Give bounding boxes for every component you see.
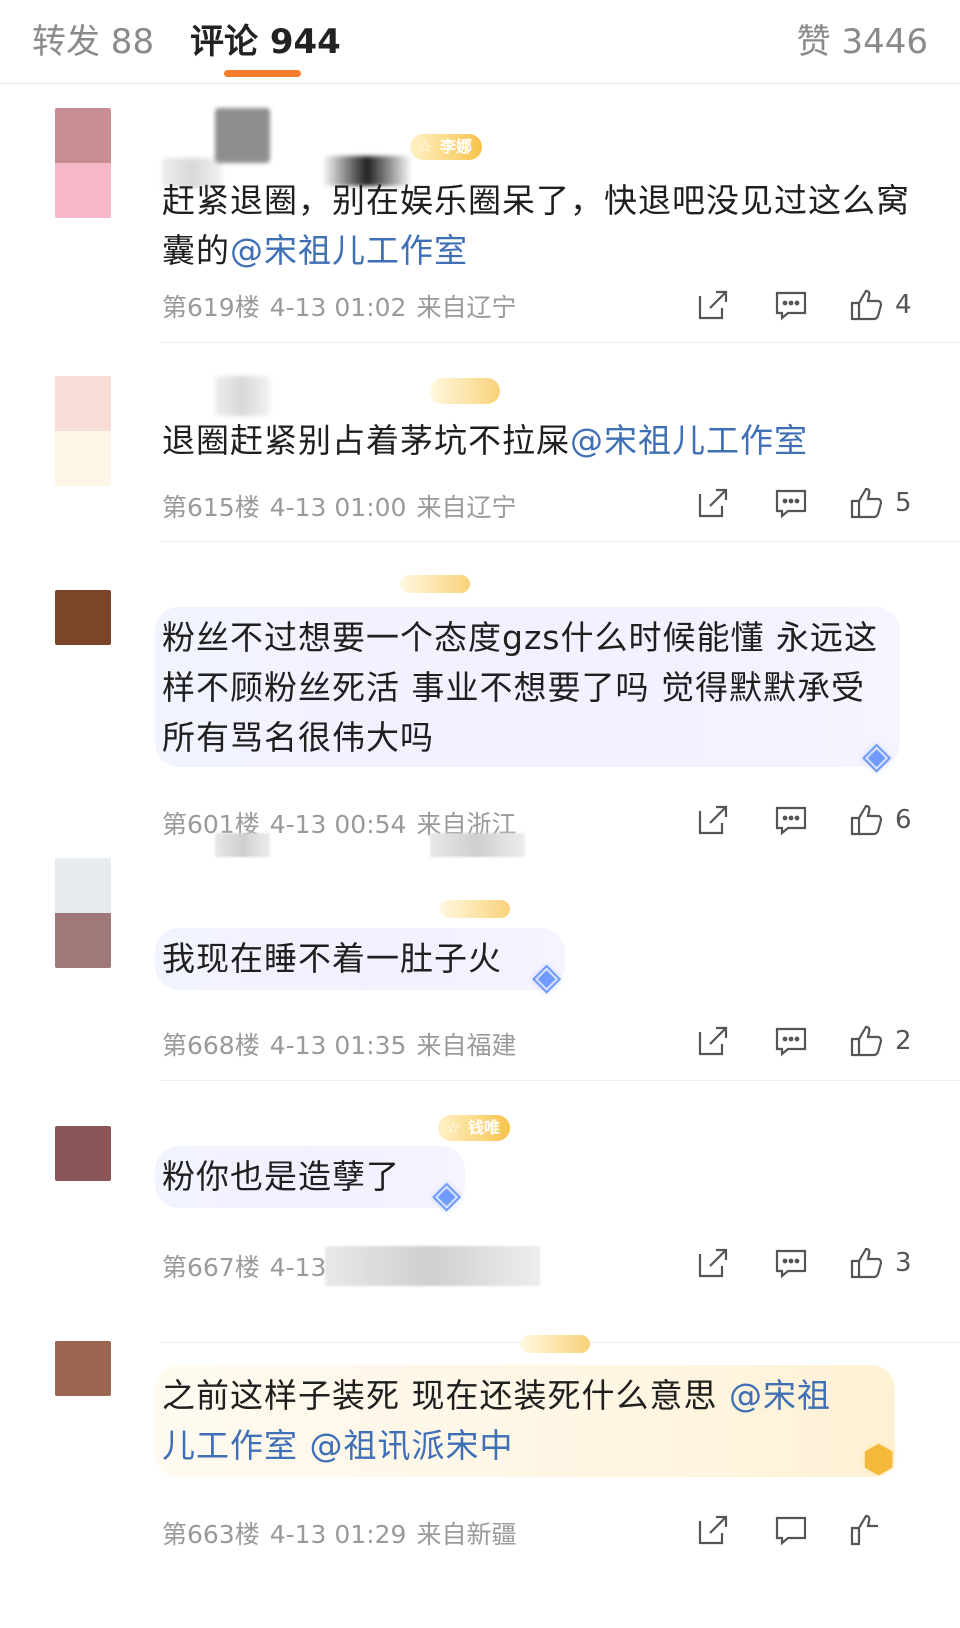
like-count: 4 — [895, 290, 912, 320]
comment-time: 4-13 — [269, 1253, 327, 1282]
comment-tabs: 转发 88 评论 944 赞 3446 — [0, 0, 960, 84]
floor-number: 第668楼 — [162, 1031, 260, 1060]
fan-badge — [430, 378, 500, 404]
mention-link[interactable]: @宋祖儿工作室 — [230, 231, 468, 270]
username-redacted — [215, 376, 270, 416]
redacted-area — [325, 1246, 540, 1286]
username-redacted — [215, 108, 270, 163]
fan-badge — [440, 900, 510, 918]
floor-number: 第615楼 — [162, 493, 260, 522]
tab-likes[interactable]: 赞 3446 — [797, 14, 928, 63]
comment-meta: 第615楼 4-13 01:00 来自辽宁 — [162, 488, 526, 524]
like-count: 3 — [895, 1248, 912, 1278]
redacted-area — [430, 833, 525, 857]
share-icon[interactable] — [696, 288, 730, 328]
redacted-area — [215, 833, 270, 857]
divider — [160, 541, 960, 542]
comment-icon[interactable] — [774, 1513, 808, 1553]
avatar[interactable] — [55, 1126, 111, 1181]
comment-meta: 第663楼 4-13 01:29 来自新疆 — [162, 1515, 526, 1551]
like-count: 5 — [895, 488, 912, 518]
comment-icon[interactable] — [774, 1246, 808, 1286]
fan-badge: 钱唯 — [438, 1115, 511, 1141]
comment-time: 4-13 00:54 — [269, 810, 407, 839]
comment-location: 来自新疆 — [416, 1520, 517, 1549]
comment-time: 4-13 01:00 — [269, 493, 407, 522]
thumbs-up-icon[interactable] — [849, 288, 883, 328]
comment-location: 来自辽宁 — [416, 293, 517, 322]
comment-actions — [696, 1513, 936, 1553]
diamond-gem-icon: ◈ — [862, 733, 892, 777]
comment-item: 之前这样子装死 现在还装死什么意思 @宋祖儿工作室 @祖讯派宋中 ⬢ 第663楼… — [0, 1325, 960, 1628]
thumbs-up-icon[interactable] — [849, 486, 883, 526]
comment-text: 退圈赶紧别占着茅坑不拉屎@宋祖儿工作室 — [162, 421, 808, 460]
thumbs-up-icon[interactable] — [849, 803, 883, 843]
comment-icon[interactable] — [774, 486, 808, 526]
comment-item: 我现在睡不着一肚子火 ◈ 第668楼 4-13 01:35 来自福建 2 — [0, 858, 960, 1083]
avatar[interactable] — [55, 590, 111, 645]
comment-actions: 5 — [696, 486, 936, 526]
comment-time: 4-13 01:35 — [269, 1031, 407, 1060]
avatar[interactable] — [55, 858, 111, 968]
floor-number: 第667楼 — [162, 1253, 260, 1282]
comment-item: 退圈赶紧别占着茅坑不拉屎@宋祖儿工作室 第615楼 4-13 01:00 来自辽宁 … — [0, 368, 960, 544]
avatar[interactable] — [55, 376, 111, 486]
fan-badge: 李娜 — [410, 134, 483, 160]
comment-actions: 6 — [696, 803, 936, 843]
comment-icon[interactable] — [774, 803, 808, 843]
comment-actions: 3 — [696, 1246, 936, 1286]
fan-badge — [400, 575, 470, 593]
divider — [160, 1080, 960, 1081]
tab-comments[interactable]: 评论 944 — [190, 14, 341, 63]
comment-meta: 第668楼 4-13 01:35 来自福建 — [162, 1026, 526, 1062]
like-count: 6 — [895, 805, 912, 835]
share-icon[interactable] — [696, 1513, 730, 1553]
comment-item: 粉丝不过想要一个态度gzs什么时候能懂 永远这样不顾粉丝死活 事业不想要了吗 觉… — [0, 575, 960, 875]
active-tab-indicator — [224, 70, 301, 77]
comment-text: 粉丝不过想要一个态度gzs什么时候能懂 永远这样不顾粉丝死活 事业不想要了吗 觉… — [162, 618, 878, 757]
comment-actions: 2 — [696, 1024, 936, 1064]
tab-repost[interactable]: 转发 88 — [32, 14, 154, 63]
thumbs-up-icon[interactable] — [849, 1246, 883, 1286]
comment-text: 赶紧退圈，别在娱乐圈呆了，快退吧没见过这么窝囊的@宋祖儿工作室 — [162, 181, 910, 270]
comment-location: 来自辽宁 — [416, 493, 517, 522]
comment-item: 李娜 赶紧退圈，别在娱乐圈呆了，快退吧没见过这么窝囊的@宋祖儿工作室 第619楼… — [0, 100, 960, 345]
comment-meta: 第619楼 4-13 01:02 来自辽宁 — [162, 288, 526, 324]
diamond-gem-icon: ⬢ — [862, 1437, 896, 1481]
avatar[interactable] — [55, 108, 111, 218]
share-icon[interactable] — [696, 1024, 730, 1064]
comment-time: 4-13 01:29 — [269, 1520, 407, 1549]
mention-link[interactable]: @宋祖儿工作室 — [570, 421, 808, 460]
comment-icon[interactable] — [774, 288, 808, 328]
comment-meta: 第667楼 4-13 — [162, 1248, 346, 1284]
thumbs-up-icon[interactable] — [849, 1513, 883, 1553]
floor-number: 第619楼 — [162, 293, 260, 322]
avatar[interactable] — [55, 1341, 111, 1396]
diamond-gem-icon: ◈ — [432, 1172, 462, 1216]
comment-item: 钱唯 粉你也是造孽了 ◈ 第667楼 4-13 3 — [0, 1110, 960, 1345]
comment-text: 粉你也是造孽了 — [162, 1157, 400, 1196]
like-count: 2 — [895, 1026, 912, 1056]
thumbs-up-icon[interactable] — [849, 1024, 883, 1064]
floor-number: 第663楼 — [162, 1520, 260, 1549]
fan-badge — [520, 1335, 590, 1353]
share-icon[interactable] — [696, 803, 730, 843]
share-icon[interactable] — [696, 486, 730, 526]
share-icon[interactable] — [696, 1246, 730, 1286]
comment-location: 来自福建 — [416, 1031, 517, 1060]
comment-text: 之前这样子装死 现在还装死什么意思 @宋祖儿工作室 @祖讯派宋中 — [162, 1376, 831, 1465]
comment-icon[interactable] — [774, 1024, 808, 1064]
comment-time: 4-13 01:02 — [269, 293, 407, 322]
divider — [160, 342, 960, 343]
comment-actions: 4 — [696, 288, 936, 328]
diamond-gem-icon: ◈ — [532, 954, 562, 998]
